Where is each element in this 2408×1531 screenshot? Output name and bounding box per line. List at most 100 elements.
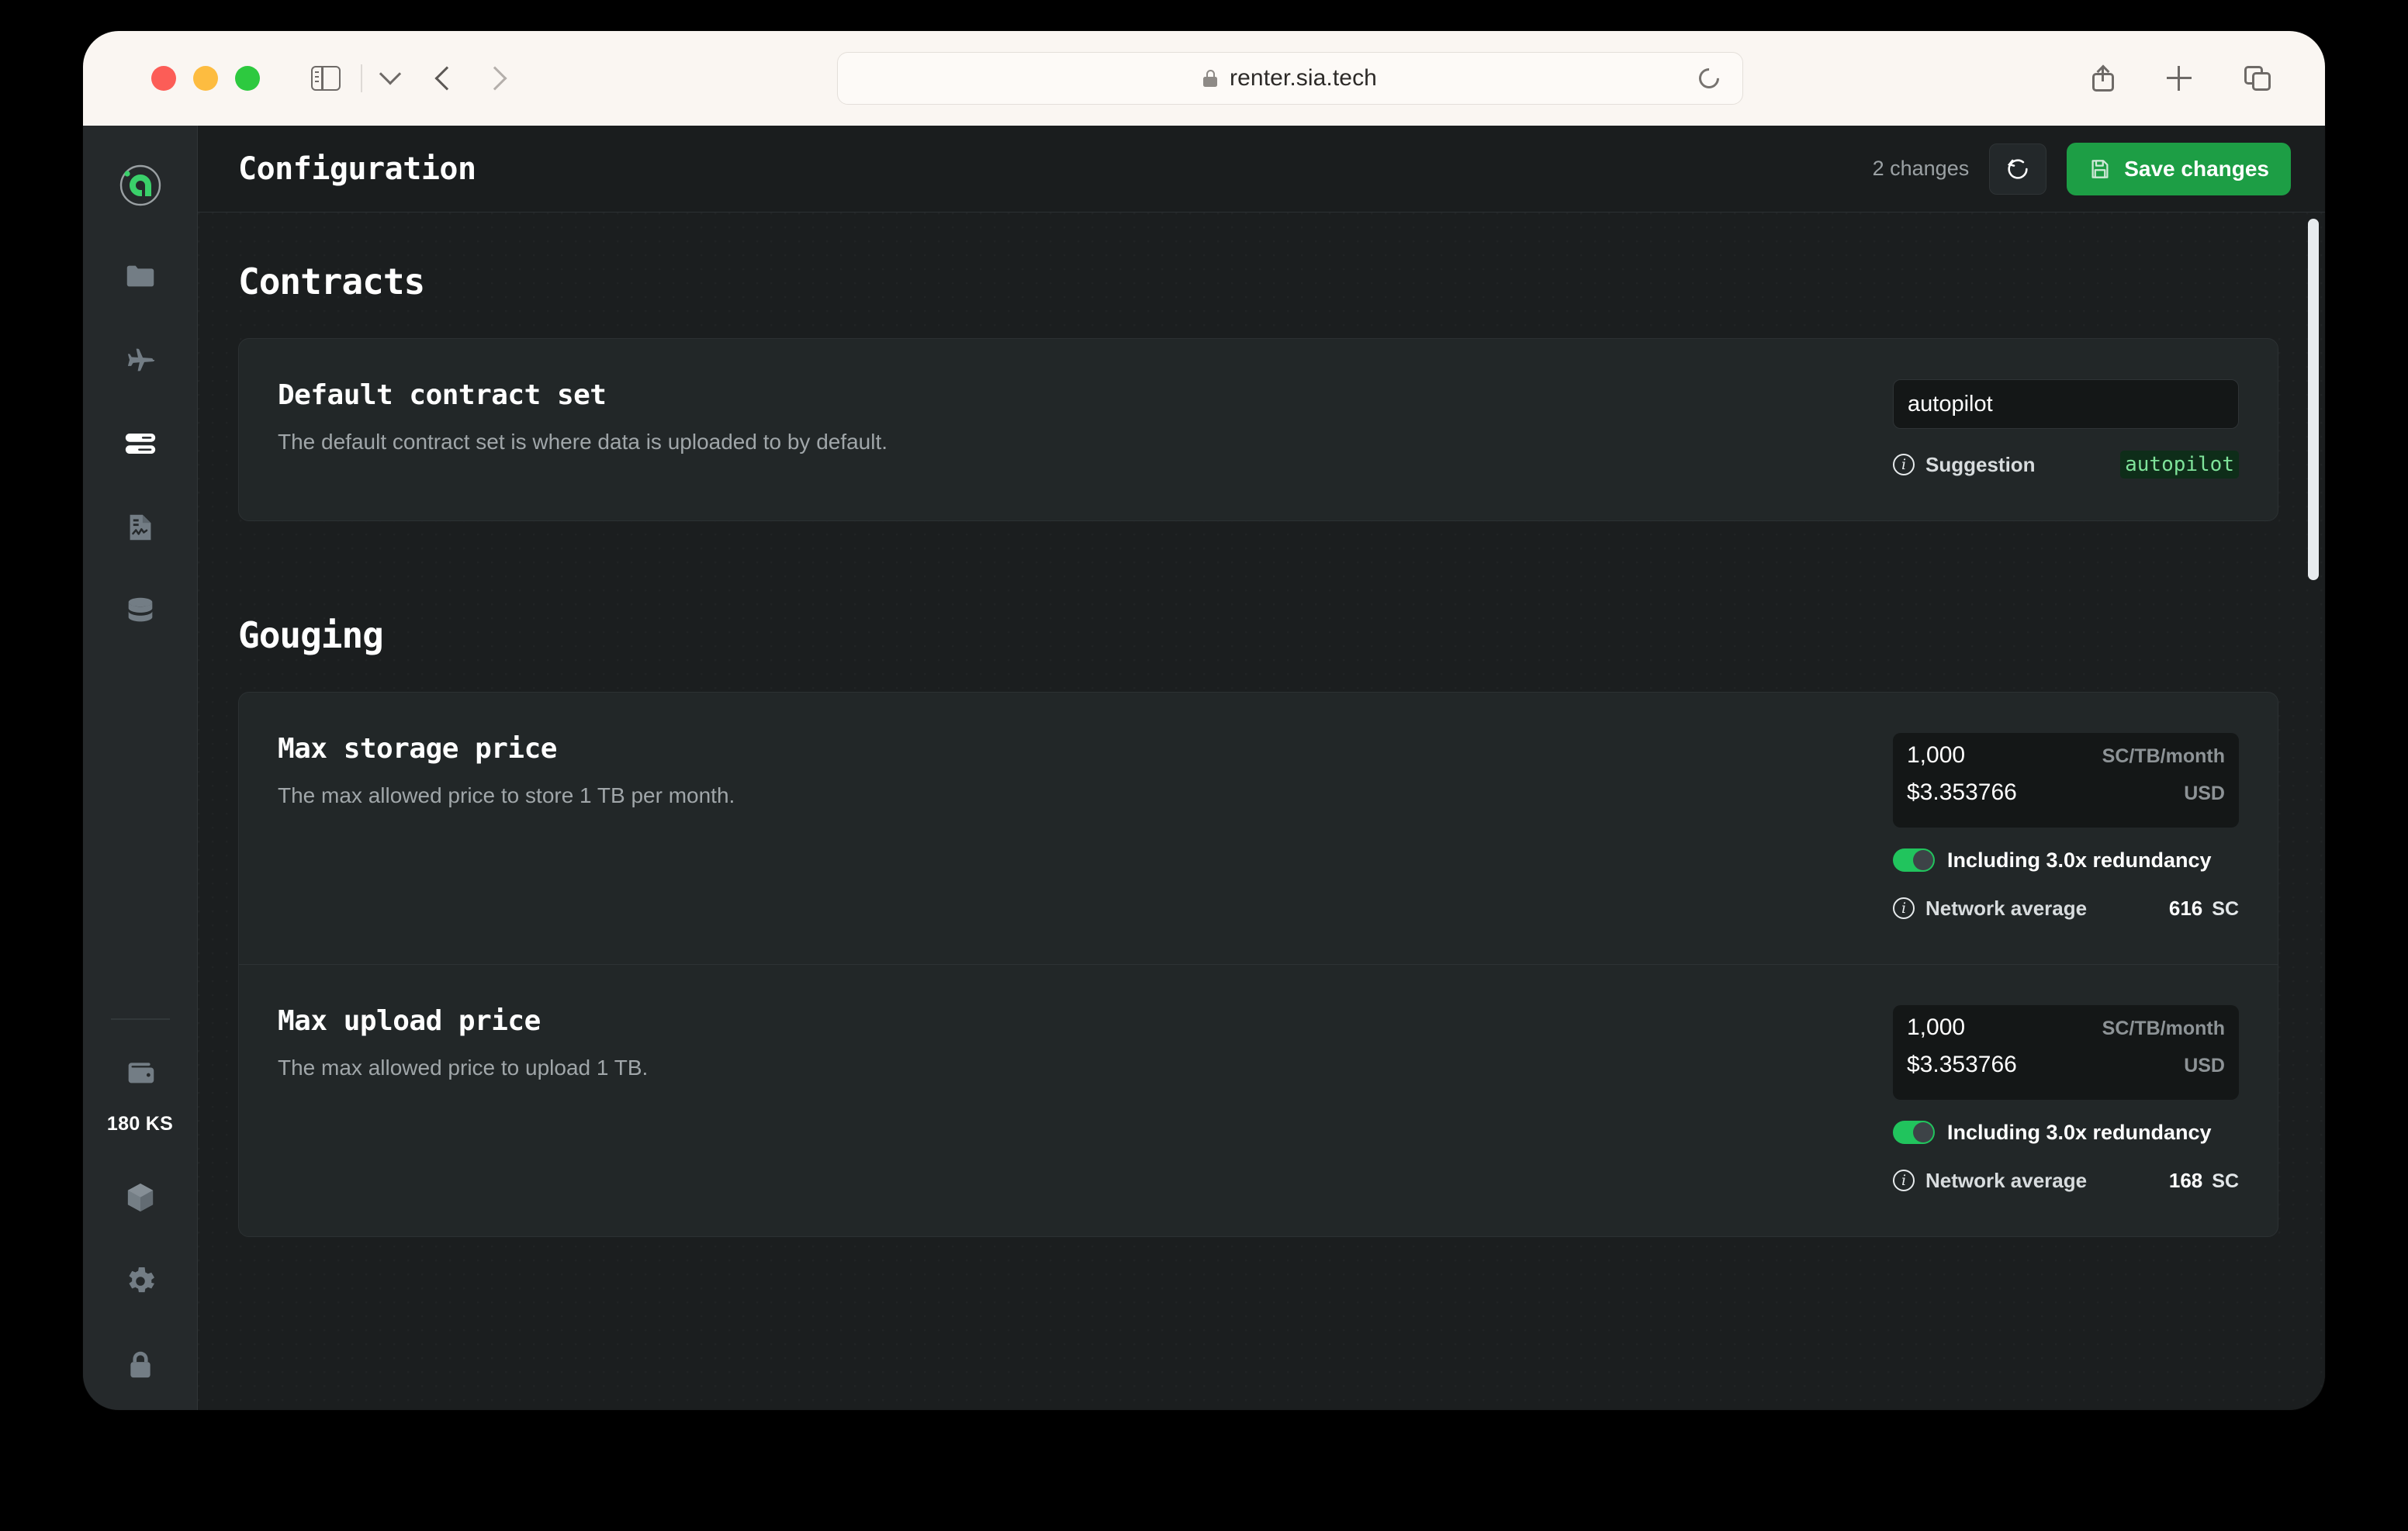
sia-logo-icon[interactable] xyxy=(102,146,179,223)
plus-icon[interactable] xyxy=(2167,66,2192,91)
configuration-content: Contracts Default contract set The defau… xyxy=(198,213,2325,1410)
network-average-label: Network average xyxy=(1925,896,2088,920)
address-bar[interactable]: renter.sia.tech xyxy=(837,52,1743,105)
chevron-left-icon[interactable] xyxy=(434,66,459,91)
price-usd-value: $3.353766 xyxy=(1907,779,2017,805)
setting-description: The max allowed price to upload 1 TB. xyxy=(278,1056,649,1080)
redundancy-toggle[interactable] xyxy=(1893,848,1935,872)
setting-description: The max allowed price to store 1 TB per … xyxy=(278,783,735,807)
network-average-unit: SC xyxy=(2212,1170,2239,1192)
max-storage-price-input[interactable]: 1,000 SC/TB/month $3.353766 USD xyxy=(1893,733,2239,828)
chevron-right-icon[interactable] xyxy=(482,66,507,91)
sidebar-item-settings[interactable] xyxy=(102,1242,179,1320)
setting-row-text: Max storage price The max allowed price … xyxy=(278,733,1893,924)
price-value: 1,000 xyxy=(1907,1014,1966,1040)
sidebar-item-wallet[interactable] xyxy=(102,1034,179,1111)
save-button-label: Save changes xyxy=(2124,156,2269,181)
tab-overview-icon[interactable] xyxy=(2244,66,2271,91)
navigation-arrows[interactable] xyxy=(434,66,507,91)
setting-row-default-contract-set: Default contract set The default contrac… xyxy=(239,339,2278,520)
close-window-button[interactable] xyxy=(151,66,176,91)
app-root: 180 KS Configuration 2 changes Save chan… xyxy=(83,126,2325,1410)
setting-title: Max upload price xyxy=(278,1005,541,1037)
network-average-value: 168 xyxy=(2168,1168,2203,1192)
vertical-scrollbar[interactable] xyxy=(2308,219,2319,580)
lock-icon xyxy=(1203,70,1218,87)
sidebar-item-autopilot[interactable] xyxy=(102,321,179,399)
minimize-window-button[interactable] xyxy=(193,66,218,91)
price-usd-unit: USD xyxy=(2184,1055,2225,1077)
suggestion-value[interactable]: autopilot xyxy=(2120,451,2239,479)
price-usd-value: $3.353766 xyxy=(1907,1052,2017,1077)
network-average-value: 616 xyxy=(2168,896,2203,920)
main-area: Configuration 2 changes Save changes Con… xyxy=(198,126,2325,1410)
setting-row-max-storage-price: Max storage price The max allowed price … xyxy=(239,693,2278,964)
sidebar-item-volumes[interactable] xyxy=(102,572,179,650)
folder-icon xyxy=(126,265,154,287)
setting-row-control: autopilot Suggestion autopilot xyxy=(1893,379,2239,480)
redundancy-toggle-row: Including 3.0x redundancy xyxy=(1893,1117,2239,1148)
chevron-down-icon[interactable] xyxy=(379,63,401,85)
price-usd-unit: USD xyxy=(2184,783,2225,804)
info-icon xyxy=(1893,897,1915,919)
price-primary-line[interactable]: 1,000 SC/TB/month xyxy=(1907,742,2225,779)
network-average-value-group: 616 SC xyxy=(2169,897,2239,921)
sidebar-toggle-group[interactable] xyxy=(311,63,401,92)
browser-actions xyxy=(2092,64,2271,92)
sidebar-item-node[interactable] xyxy=(102,1159,179,1236)
network-average-value-group: 168 SC xyxy=(2169,1169,2239,1193)
page-title: Configuration xyxy=(238,150,476,187)
browser-window: renter.sia.tech 180 KS Configuration 2 c… xyxy=(83,31,2325,1410)
sidebar-toggle-icon[interactable] xyxy=(311,66,341,91)
price-secondary-line[interactable]: $3.353766 USD xyxy=(1907,779,2225,817)
browser-toolbar: renter.sia.tech xyxy=(83,31,2325,126)
gear-icon xyxy=(128,1267,154,1293)
contracts-card: Default contract set The default contrac… xyxy=(238,338,2278,521)
floppy-disk-icon xyxy=(2091,159,2109,178)
wallet-balance: 180 KS xyxy=(106,1113,174,1135)
redundancy-toggle-row: Including 3.0x redundancy xyxy=(1893,845,2239,876)
max-upload-price-input[interactable]: 1,000 SC/TB/month $3.353766 USD xyxy=(1893,1005,2239,1100)
redundancy-toggle-label: Including 3.0x redundancy xyxy=(1947,848,2212,872)
page-header: Configuration 2 changes Save changes xyxy=(198,126,2325,213)
suggestion-label: Suggestion xyxy=(1925,452,2036,476)
redundancy-toggle[interactable] xyxy=(1893,1121,1935,1144)
default-contract-set-input[interactable]: autopilot xyxy=(1893,379,2239,429)
price-primary-line[interactable]: 1,000 SC/TB/month xyxy=(1907,1014,2225,1052)
reload-icon[interactable] xyxy=(1694,64,1724,93)
revert-button[interactable] xyxy=(1989,143,2047,195)
redundancy-toggle-label: Including 3.0x redundancy xyxy=(1947,1120,2212,1144)
wallet-icon xyxy=(128,1063,154,1083)
toolbar-divider xyxy=(361,64,362,92)
sidebar-item-hosts[interactable] xyxy=(102,405,179,482)
price-value: 1,000 xyxy=(1907,742,1966,768)
setting-row-text: Default contract set The default contrac… xyxy=(278,379,1893,480)
changes-count: 2 changes xyxy=(1872,157,1970,180)
sidebar-item-files[interactable] xyxy=(102,237,179,315)
setting-row-control: 1,000 SC/TB/month $3.353766 USD Includin… xyxy=(1893,1005,2239,1196)
input-value: autopilot xyxy=(1908,391,1993,416)
price-unit: SC/TB/month xyxy=(2102,1018,2225,1039)
suggestion-row: Suggestion autopilot xyxy=(1893,449,2239,480)
price-secondary-line[interactable]: $3.353766 USD xyxy=(1907,1052,2225,1089)
setting-title: Default contract set xyxy=(278,379,607,411)
section-title-contracts: Contracts xyxy=(238,261,425,302)
maximize-window-button[interactable] xyxy=(235,66,260,91)
sidebar-item-contracts[interactable] xyxy=(102,489,179,566)
header-actions: 2 changes Save changes xyxy=(1872,142,2291,195)
setting-description: The default contract set is where data i… xyxy=(278,430,888,454)
network-average-row: Network average 168 SC xyxy=(1893,1165,2239,1196)
setting-row-control: 1,000 SC/TB/month $3.353766 USD Includin… xyxy=(1893,733,2239,924)
airplane-icon xyxy=(127,348,154,372)
section-title-gouging: Gouging xyxy=(238,614,384,656)
gouging-card: Max storage price The max allowed price … xyxy=(238,692,2278,1237)
save-button[interactable]: Save changes xyxy=(2067,142,2291,195)
info-icon xyxy=(1893,1170,1915,1191)
url-text: renter.sia.tech xyxy=(1230,65,1377,91)
window-controls[interactable] xyxy=(151,66,260,91)
share-icon[interactable] xyxy=(2092,64,2114,92)
network-average-unit: SC xyxy=(2212,897,2239,920)
price-unit: SC/TB/month xyxy=(2102,745,2225,767)
sidebar-item-lock[interactable] xyxy=(102,1326,179,1404)
desktop-background: renter.sia.tech 180 KS Configuration 2 c… xyxy=(0,0,2408,1531)
